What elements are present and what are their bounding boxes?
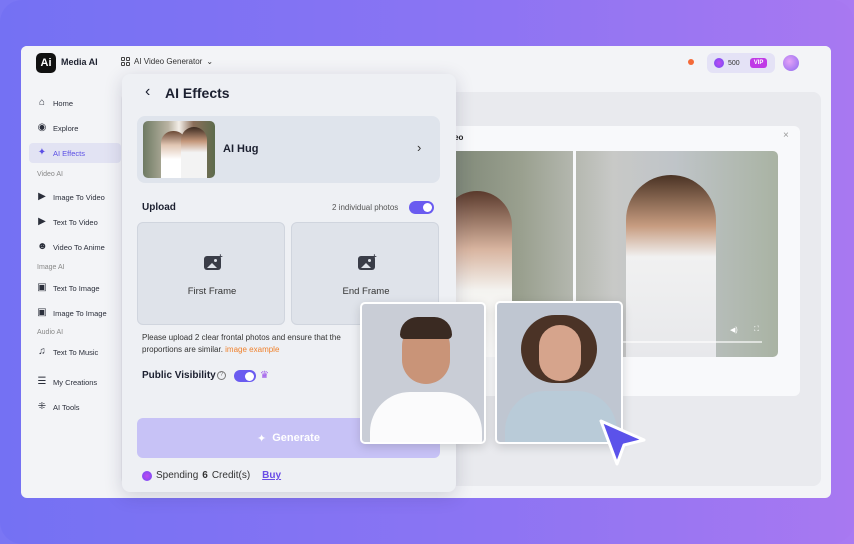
vip-badge[interactable]: VIP [749, 58, 768, 68]
credit-spending: Spending 6 Credit(s) Buy [142, 470, 281, 481]
end-frame-label: End Frame [342, 286, 390, 297]
upload-instructions: Please upload 2 clear frontal photos and… [142, 332, 372, 356]
background-frame: Ai Media AI AI Video Generator ⌄ 500 VIP… [0, 0, 854, 544]
sidebar-item-label: Video To Anime [53, 242, 105, 252]
buy-link[interactable]: Buy [262, 470, 281, 481]
groom-figure [626, 175, 716, 357]
sidebar: ⌂ Home ◉ Explore ✦ AI Effects Video AI ▶ Ima… [21, 81, 121, 498]
shirt [370, 392, 482, 442]
home-icon: ⌂ [38, 97, 46, 108]
image-icon: ▣ [37, 282, 47, 293]
sidebar-item-ai-tools[interactable]: ⁜ AI Tools [29, 397, 121, 417]
user-avatar[interactable] [783, 55, 799, 71]
credits-badge[interactable]: 500 VIP [707, 53, 775, 73]
sidebar-item-label: AI Effects [53, 148, 85, 158]
sidebar-item-label: Image To Video [53, 192, 105, 202]
first-frame-label: First Frame [187, 286, 237, 297]
credit-coin-icon [714, 58, 724, 68]
image-example-link[interactable]: image example [225, 345, 279, 354]
stack-icon: ☰ [37, 376, 47, 387]
effect-thumbnail [143, 121, 215, 178]
uploaded-photo-man [360, 302, 486, 444]
generate-label: Generate [272, 432, 320, 444]
sidebar-item-label: My Creations [53, 377, 98, 387]
sidebar-item-image-to-image[interactable]: ▣ Image To Image [29, 303, 121, 323]
section-video-ai: Video AI [37, 171, 63, 178]
plus-icon: + [372, 252, 377, 261]
grid-icon: ⁜ [37, 401, 47, 412]
tool-selector-label: AI Video Generator [134, 57, 203, 66]
upload-mode-toggle[interactable] [409, 201, 434, 214]
hair [400, 317, 452, 339]
video-camera-icon: ▶ [38, 191, 46, 202]
video-camera-icon: ▶ [38, 216, 46, 227]
sidebar-item-home[interactable]: ⌂ Home [29, 93, 121, 113]
sidebar-item-label: Home [53, 98, 74, 108]
sidebar-item-my-creations[interactable]: ☰ My Creations [29, 372, 121, 392]
sparkle-icon: ✦ [37, 147, 47, 158]
effect-name: AI Hug [223, 143, 259, 155]
section-image-ai: Image AI [37, 264, 65, 271]
sidebar-item-label: Explore [53, 123, 79, 133]
section-audio-ai: Audio AI [37, 329, 64, 336]
face [539, 325, 581, 381]
public-visibility-toggle[interactable] [234, 370, 256, 382]
public-visibility-label: Public Visibility [142, 370, 216, 381]
sidebar-item-label: AI Tools [53, 402, 80, 412]
grid-icon [121, 57, 130, 66]
credit-count: 500 [728, 59, 740, 67]
app-logo: Ai [36, 53, 56, 73]
volume-icon[interactable]: ◀) [730, 326, 738, 334]
first-frame-upload[interactable]: + First Frame [137, 222, 285, 325]
sidebar-item-text-to-music[interactable]: ♫ Text To Music [29, 342, 121, 362]
sidebar-item-text-to-video[interactable]: ▶ Text To Video [29, 212, 121, 232]
close-icon[interactable]: × [783, 130, 789, 141]
panel-title: AI Effects [165, 85, 230, 101]
anime-icon: ☻ [37, 241, 48, 252]
compass-icon: ◉ [37, 122, 47, 133]
effect-selector[interactable]: AI Hug › [137, 116, 440, 183]
spend-suffix: Credit(s) [211, 470, 251, 481]
spend-prefix: Spending [156, 470, 199, 481]
upload-label: Upload [142, 202, 176, 213]
chevron-down-icon: ⌄ [206, 57, 214, 66]
sidebar-item-ai-effects[interactable]: ✦ AI Effects [29, 143, 121, 163]
spend-amount: 6 [202, 470, 208, 481]
plus-icon: + [218, 252, 223, 261]
music-note-icon: ♫ [38, 346, 46, 357]
sidebar-item-video-to-anime[interactable]: ☻ Video To Anime [29, 237, 121, 257]
sidebar-item-label: Image To Image [53, 308, 107, 318]
sidebar-item-image-to-video[interactable]: ▶ Image To Video [29, 187, 121, 207]
notification-dot[interactable] [688, 59, 694, 65]
crown-icon: ♛ [260, 370, 269, 381]
upload-mode-text: 2 individual photos [332, 203, 399, 212]
sidebar-item-label: Text To Music [53, 347, 99, 357]
fullscreen-icon[interactable]: ⛶ [754, 326, 759, 334]
credit-coin-icon [142, 470, 152, 481]
sidebar-item-label: Text To Image [53, 283, 100, 293]
sidebar-item-text-to-image[interactable]: ▣ Text To Image [29, 278, 121, 298]
chevron-right-icon: › [417, 140, 422, 155]
info-icon[interactable]: ? [217, 371, 226, 380]
brand-name: Media AI [61, 57, 98, 67]
sidebar-item-explore[interactable]: ◉ Explore [29, 118, 121, 138]
sparkle-icon: ✦ [257, 432, 267, 445]
sidebar-item-label: Text To Video [53, 217, 98, 227]
tool-selector[interactable]: AI Video Generator ⌄ [121, 57, 213, 66]
image-icon: ▣ [37, 307, 47, 318]
back-arrow-icon[interactable]: ‹ [145, 83, 150, 101]
